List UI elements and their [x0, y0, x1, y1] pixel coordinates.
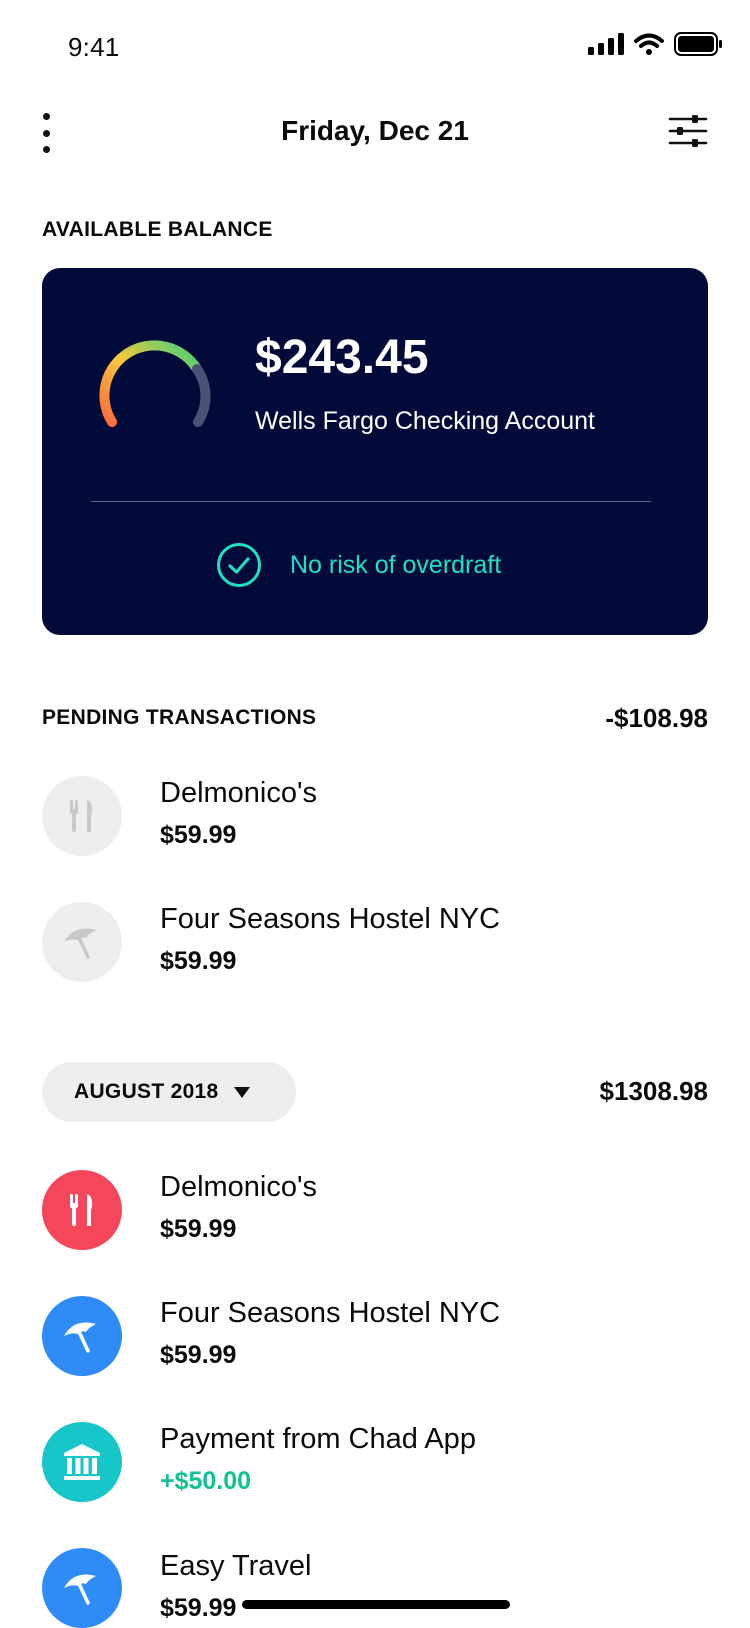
- pending-item-amount: $59.99: [160, 947, 237, 975]
- transaction-name[interactable]: Four Seasons Hostel NYC: [160, 1297, 500, 1330]
- pending-transactions-label: PENDING TRANSACTIONS: [42, 706, 317, 729]
- status-time: 9:41: [68, 32, 120, 62]
- bank-icon: [64, 1444, 100, 1480]
- overdraft-status: No risk of overdraft: [216, 542, 501, 588]
- transaction-name[interactable]: Payment from Chad App: [160, 1423, 476, 1456]
- transaction-amount: $59.99: [160, 1341, 237, 1369]
- page-title: Friday, Dec 21: [281, 115, 469, 146]
- transaction-icon: [42, 1296, 122, 1376]
- transaction-icon: [42, 1548, 122, 1628]
- battery-icon: [674, 32, 722, 56]
- available-balance-label: AVAILABLE BALANCE: [42, 218, 273, 241]
- umbrella-icon: [64, 928, 96, 959]
- signal-icon: [588, 33, 624, 55]
- home-indicator[interactable]: [242, 1600, 510, 1609]
- transaction-amount: +$50.00: [160, 1467, 252, 1495]
- filter-button[interactable]: [668, 114, 708, 148]
- balance-amount: $243.45: [255, 331, 429, 384]
- sliders-icon: [668, 115, 708, 147]
- dot-icon: [42, 146, 50, 153]
- gauge-icon: [99, 340, 211, 427]
- check-circle-icon: [217, 543, 261, 587]
- pending-item-name[interactable]: Four Seasons Hostel NYC: [160, 903, 500, 936]
- fork-knife-icon: [70, 1194, 93, 1226]
- month-total: $1308.98: [599, 1076, 708, 1106]
- pending-item-name[interactable]: Delmonico's: [160, 777, 317, 810]
- status-icons: [588, 32, 722, 56]
- pending-item-icon: [42, 776, 122, 856]
- fork-knife-icon: [70, 800, 93, 832]
- card-divider: [91, 501, 651, 502]
- transaction-icon: [42, 1422, 122, 1502]
- transaction-name[interactable]: Easy Travel: [160, 1550, 312, 1583]
- transaction-amount: $59.99: [160, 1215, 237, 1243]
- umbrella-icon: [64, 1574, 96, 1605]
- transaction-name[interactable]: Delmonico's: [160, 1171, 317, 1204]
- transaction-amount: $59.99: [160, 1594, 237, 1622]
- month-selector[interactable]: AUGUST 2018: [42, 1062, 296, 1122]
- pending-total: -$108.98: [605, 703, 708, 733]
- account-name: Wells Fargo Checking Account: [255, 407, 595, 435]
- pending-item-amount: $59.99: [160, 821, 237, 849]
- caret-down-icon: [233, 1087, 250, 1098]
- umbrella-icon: [64, 1322, 96, 1353]
- transaction-icon: [42, 1170, 122, 1250]
- month-label: AUGUST 2018: [74, 1080, 219, 1103]
- overdraft-status-text: No risk of overdraft: [290, 550, 502, 579]
- wifi-icon: [634, 33, 664, 55]
- pending-item-icon: [42, 902, 122, 982]
